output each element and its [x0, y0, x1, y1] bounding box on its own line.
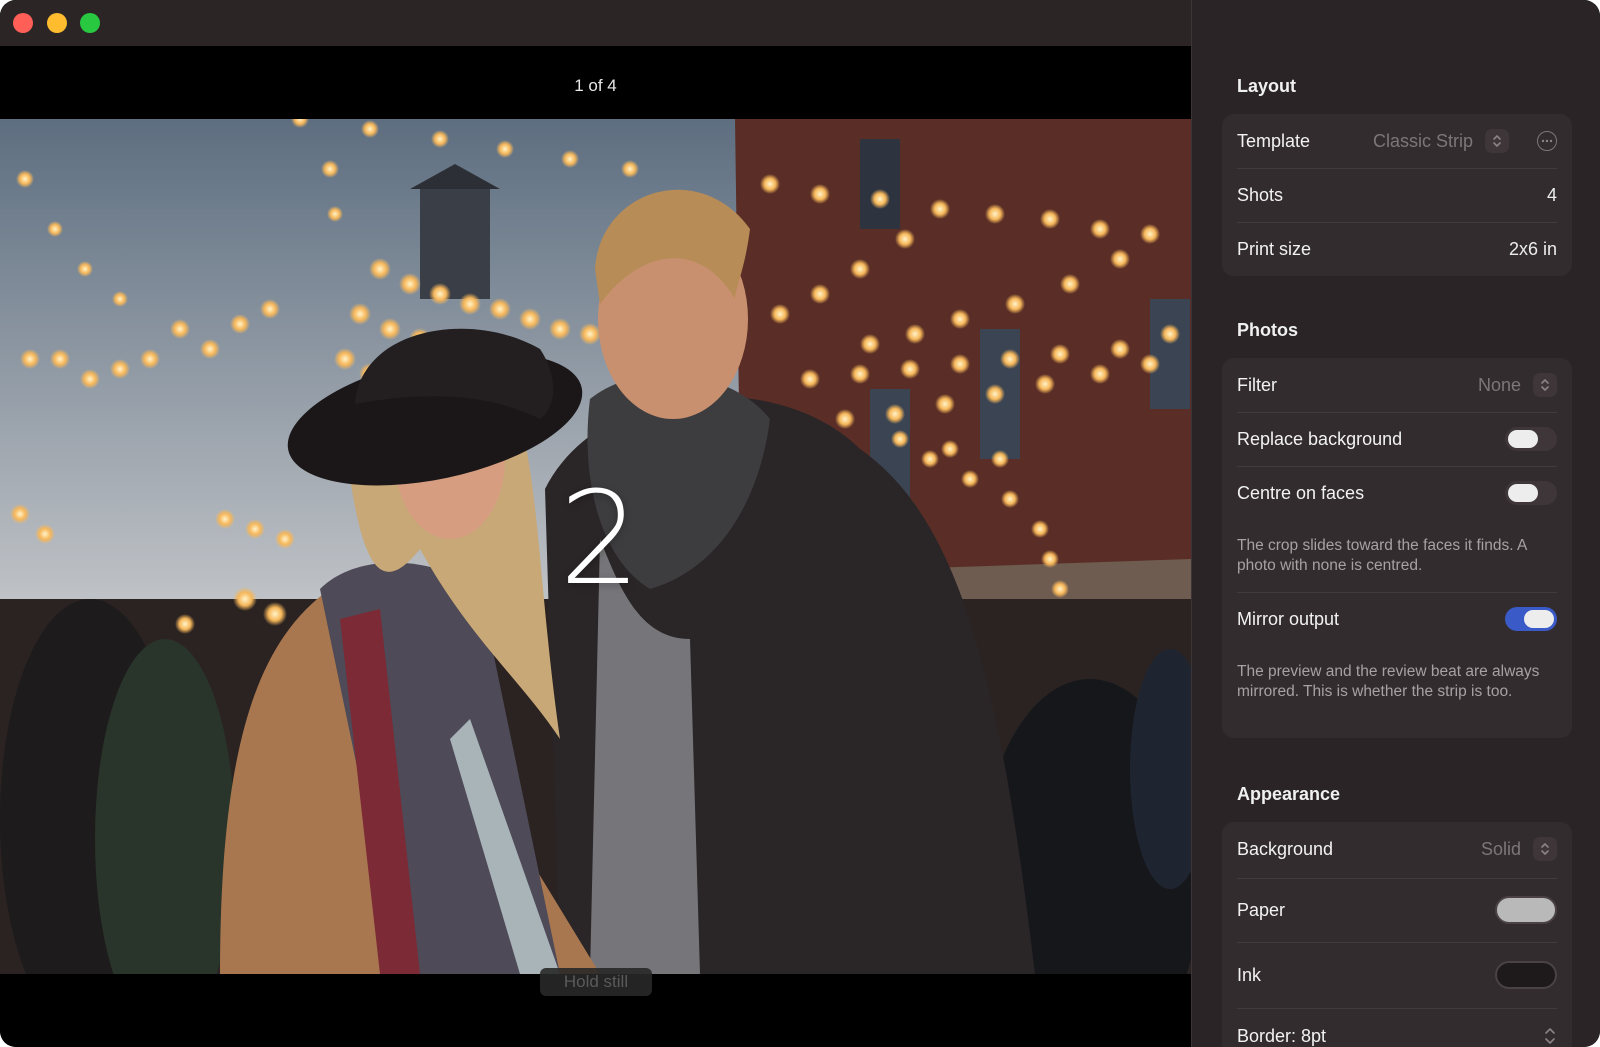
template-row: Template Classic Strip — [1237, 114, 1557, 168]
paper-color-well[interactable] — [1495, 896, 1557, 924]
inspector-sidebar: Layout Template Classic Strip Shots 4 Pr… — [1191, 0, 1600, 1047]
paper-label: Paper — [1237, 899, 1286, 920]
photos-group: Filter None Replace background Centre on… — [1222, 358, 1572, 738]
mirror-output-note: The preview and the review beat are alwa… — [1237, 663, 1540, 700]
ink-label: Ink — [1237, 964, 1262, 985]
divider — [1237, 942, 1557, 943]
shots-value: 4 — [1546, 184, 1557, 205]
appearance-group: Background Solid Paper Ink Border: 8pt — [1222, 822, 1572, 1047]
replace-background-label: Replace background — [1237, 428, 1403, 449]
countdown-number: 2 — [559, 465, 641, 614]
filter-row: Filter None — [1237, 358, 1557, 412]
background-popup[interactable]: Solid — [1481, 837, 1557, 861]
zoom-window-button[interactable] — [80, 13, 100, 33]
background-value: Solid — [1480, 838, 1521, 859]
template-popup[interactable]: Classic Strip — [1373, 129, 1557, 153]
chevron-up-down-icon — [1485, 129, 1509, 153]
replace-background-toggle[interactable] — [1505, 427, 1557, 451]
chevron-up-down-icon — [1533, 837, 1557, 861]
title-bar — [0, 0, 1191, 46]
mirror-output-row: Mirror output — [1237, 592, 1557, 646]
status-pill: Hold still — [540, 968, 652, 996]
divider — [1237, 878, 1557, 879]
filter-label: Filter — [1237, 374, 1277, 395]
background-label: Background — [1237, 838, 1334, 859]
background-row: Background Solid — [1237, 822, 1557, 876]
print-size-value: 2x6 in — [1508, 238, 1557, 259]
layout-section-title: Layout — [1237, 76, 1297, 96]
layout-group: Template Classic Strip Shots 4 Print siz… — [1222, 114, 1572, 276]
divider — [1237, 1008, 1557, 1009]
replace-background-row: Replace background — [1237, 412, 1557, 466]
border-row: Border: 8pt — [1237, 1010, 1557, 1047]
shot-counter: 1 of 4 — [574, 76, 617, 95]
camera-stage: 1 of 4 2 Hold still — [0, 0, 1191, 1047]
centre-on-faces-toggle[interactable] — [1505, 481, 1557, 505]
stepper-arrows-icon — [1545, 1028, 1555, 1044]
close-window-button[interactable] — [13, 13, 33, 33]
ink-row: Ink — [1237, 944, 1557, 1006]
template-label: Template — [1237, 130, 1311, 151]
photobooth-window: 1 of 4 2 Hold still Layout Template Clas… — [0, 0, 1600, 1047]
more-options-icon[interactable] — [1537, 131, 1557, 151]
minimize-window-button[interactable] — [47, 13, 67, 33]
template-value: Classic Strip — [1372, 130, 1473, 151]
paper-row: Paper — [1237, 880, 1557, 940]
mirror-output-label: Mirror output — [1237, 608, 1340, 629]
appearance-section-title: Appearance — [1237, 784, 1341, 804]
shots-label: Shots — [1237, 184, 1284, 205]
centre-on-faces-label: Centre on faces — [1237, 482, 1365, 503]
mirror-output-toggle[interactable] — [1505, 607, 1557, 631]
filter-value: None — [1477, 374, 1521, 395]
print-size-row: Print size 2x6 in — [1237, 222, 1557, 276]
border-label: Border: 8pt — [1237, 1025, 1327, 1046]
shots-row: Shots 4 — [1237, 168, 1557, 222]
border-stepper[interactable] — [1543, 1025, 1557, 1047]
chevron-up-down-icon — [1533, 373, 1557, 397]
centre-on-faces-note: The crop slides toward the faces it find… — [1237, 537, 1527, 574]
print-size-label: Print size — [1237, 238, 1312, 259]
photos-section-title: Photos — [1237, 320, 1298, 340]
ink-color-well[interactable] — [1495, 961, 1557, 989]
centre-on-faces-row: Centre on faces — [1237, 466, 1557, 520]
filter-popup[interactable]: None — [1478, 373, 1557, 397]
